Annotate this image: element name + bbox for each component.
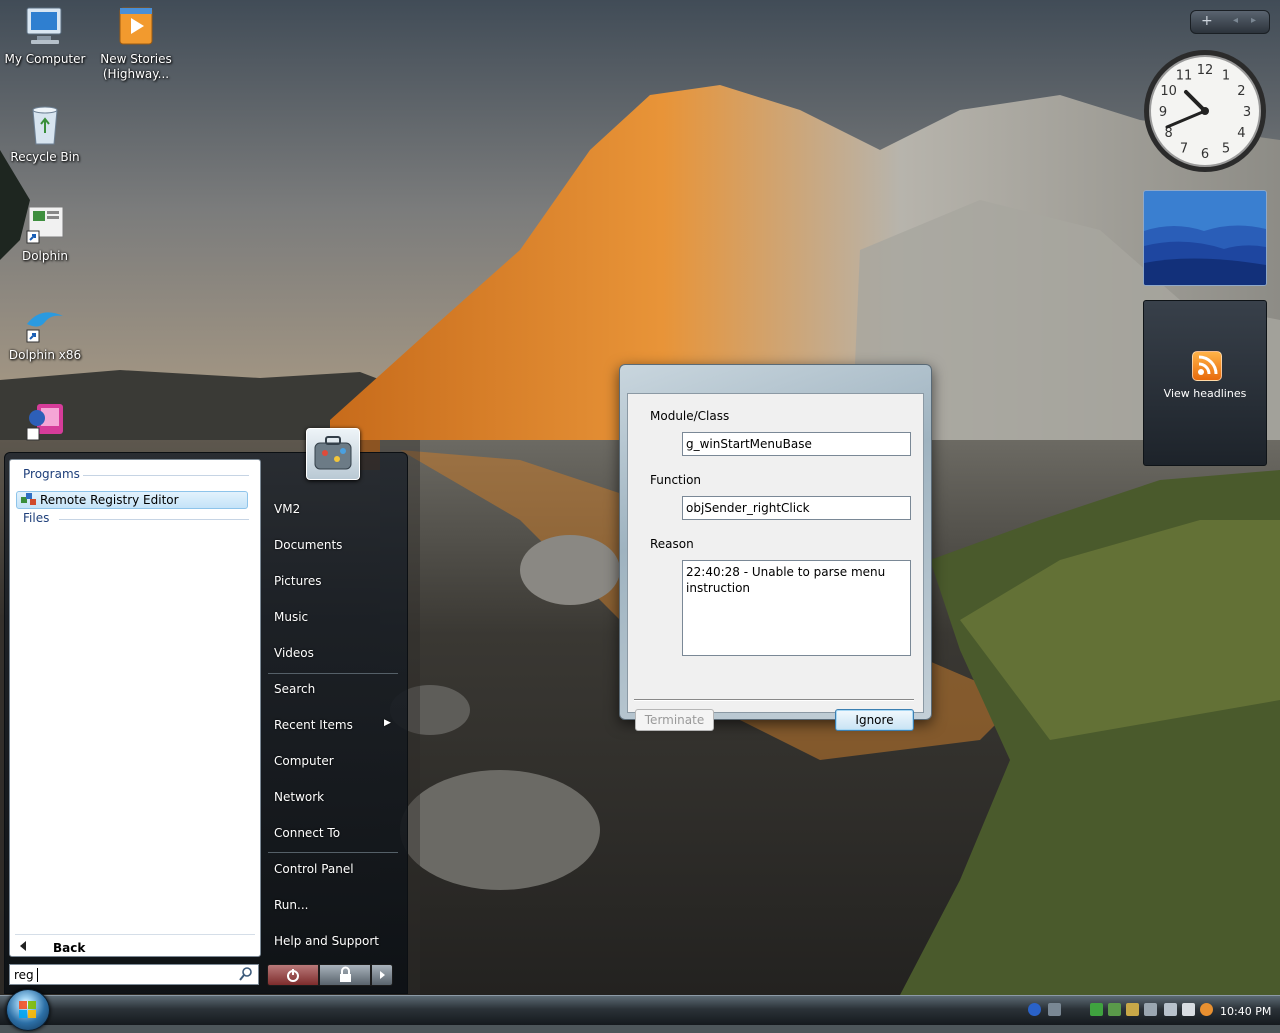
updates-tray-icon[interactable]: [1126, 1003, 1139, 1016]
device-tray-icon[interactable]: [1144, 1003, 1157, 1016]
desktop-icon-recycle-bin[interactable]: Recycle Bin: [1, 104, 89, 165]
links-divider: [268, 852, 398, 853]
clock-number: 11: [1176, 69, 1193, 84]
search-input-value: reg: [14, 968, 34, 982]
search-icon[interactable]: [239, 967, 253, 981]
help-icon[interactable]: [1028, 1003, 1041, 1016]
ignore-button[interactable]: Ignore: [835, 709, 914, 731]
display-tray-icon[interactable]: [1164, 1003, 1177, 1016]
module-class-field[interactable]: g_winStartMenuBase: [682, 432, 911, 456]
clock-number: 9: [1159, 105, 1167, 120]
power-controls: [267, 964, 395, 986]
start-menu-results-pane: Programs Remote Registry Editor Files Ba…: [9, 459, 261, 957]
terminate-button[interactable]: Terminate: [635, 709, 714, 731]
dialog-body: Module/Class g_winStartMenuBase Function…: [627, 393, 924, 731]
help-and-support-link[interactable]: Help and Support: [274, 934, 379, 948]
desktop-icon-new-stories[interactable]: New Stories (Highway...: [92, 6, 180, 82]
reason-textarea[interactable]: 22:40:28 - Unable to parse menu instruct…: [682, 560, 911, 656]
music-link[interactable]: Music: [274, 610, 308, 624]
lock-button[interactable]: [319, 964, 371, 986]
submenu-arrow-icon: ▶: [384, 718, 391, 728]
start-menu: Programs Remote Registry Editor Files Ba…: [4, 428, 408, 994]
desktop-icon-label: Dolphin x86: [8, 348, 82, 362]
function-field[interactable]: objSender_rightClick: [682, 496, 911, 520]
desktop-icon-my-computer[interactable]: My Computer: [1, 6, 89, 67]
reason-label: Reason: [650, 537, 694, 551]
dolphin-logo-icon: [23, 302, 67, 344]
remote-registry-editor-item[interactable]: Remote Registry Editor: [16, 491, 248, 509]
dolphin-shortcut-icon: [23, 203, 67, 245]
feed-headlines-gadget[interactable]: View headlines: [1143, 300, 1267, 466]
search-link[interactable]: Search: [274, 682, 315, 696]
desktop-icon-dolphin-x86[interactable]: Dolphin x86: [1, 302, 89, 363]
add-gadget-icon[interactable]: +: [1201, 13, 1213, 29]
user-folder-link[interactable]: VM2: [274, 502, 300, 516]
slideshow-gadget[interactable]: [1143, 190, 1267, 286]
next-icon[interactable]: ▸: [1251, 13, 1256, 29]
sidebar-gadget-controls: + ◂ ▸: [1190, 10, 1270, 34]
back-arrow-icon: [20, 941, 26, 951]
error-dialog: Module/Class g_winStartMenuBase Function…: [619, 364, 932, 731]
tray-overflow-icon[interactable]: [1048, 1003, 1061, 1016]
group-divider: [59, 519, 249, 520]
clock-number: 10: [1160, 84, 1177, 99]
clock-number: 4: [1237, 126, 1245, 141]
user-picture[interactable]: [306, 428, 360, 480]
clock-gadget[interactable]: 12 1 2 3 4 5 6 7 8 9 10 11: [1142, 48, 1268, 174]
clock-number: 1: [1222, 69, 1230, 84]
network-link[interactable]: Network: [274, 790, 324, 804]
rss-feed-icon: [1192, 351, 1222, 381]
links-divider: [268, 673, 398, 674]
magic-desktop-icon: [23, 400, 67, 442]
group-divider: [83, 475, 249, 476]
videos-link[interactable]: Videos: [274, 646, 314, 660]
computer-link[interactable]: Computer: [274, 754, 334, 768]
control-panel-link[interactable]: Control Panel: [274, 862, 354, 876]
start-button[interactable]: [6, 989, 50, 1031]
desktop-icon-label: Recycle Bin: [10, 150, 80, 164]
computer-icon: [23, 6, 67, 48]
desktop-icon-dolphin[interactable]: Dolphin: [1, 203, 89, 264]
start-search-input[interactable]: reg: [9, 964, 259, 985]
function-label: Function: [650, 473, 702, 487]
documents-link[interactable]: Documents: [274, 538, 342, 552]
module-class-label: Module/Class: [650, 409, 730, 423]
clock-number: 2: [1237, 84, 1245, 99]
back-button[interactable]: Back: [15, 934, 255, 955]
search-tray-icon[interactable]: [1200, 1003, 1213, 1016]
input-tray-icon[interactable]: [1182, 1003, 1195, 1016]
clock-number: 5: [1222, 141, 1230, 156]
desktop-icon-label: My Computer: [4, 52, 86, 66]
clock-number: 12: [1197, 63, 1214, 78]
result-item-label: Remote Registry Editor: [40, 493, 179, 507]
power-button[interactable]: [267, 964, 319, 986]
desktop-icon-label: New Stories (Highway...: [100, 52, 172, 81]
notification-area: 10:40 PM: [1024, 997, 1280, 1025]
connect-to-link[interactable]: Connect To: [274, 826, 340, 840]
text-caret: [37, 968, 38, 982]
shutdown-options-arrow[interactable]: [371, 964, 393, 986]
clock-number: 8: [1164, 126, 1172, 141]
run-link[interactable]: Run...: [274, 898, 308, 912]
programs-group-header: Programs: [23, 467, 80, 481]
clock-number: 7: [1180, 141, 1188, 156]
files-group-header: Files: [23, 511, 50, 525]
view-headlines-link[interactable]: View headlines: [1144, 387, 1266, 400]
clock-number: 6: [1201, 147, 1209, 162]
recycle-bin-icon: [23, 104, 67, 146]
desktop-icon-magic-desktop[interactable]: [1, 400, 89, 446]
security-tray-icon[interactable]: [1108, 1003, 1121, 1016]
clock-time[interactable]: 10:40 PM: [1220, 1005, 1271, 1018]
recent-items-link[interactable]: Recent Items: [274, 718, 353, 732]
clock-number: 3: [1243, 105, 1251, 120]
taskbar: 10:40 PM: [0, 989, 1280, 1031]
registry-editor-icon: [21, 493, 36, 507]
pictures-link[interactable]: Pictures: [274, 574, 322, 588]
previous-icon[interactable]: ◂: [1233, 13, 1238, 29]
network-tray-icon[interactable]: [1090, 1003, 1103, 1016]
desktop-icon-label: Dolphin: [21, 249, 69, 263]
media-player-icon: [114, 6, 158, 48]
back-label: Back: [53, 941, 86, 955]
dialog-separator: [634, 699, 914, 701]
